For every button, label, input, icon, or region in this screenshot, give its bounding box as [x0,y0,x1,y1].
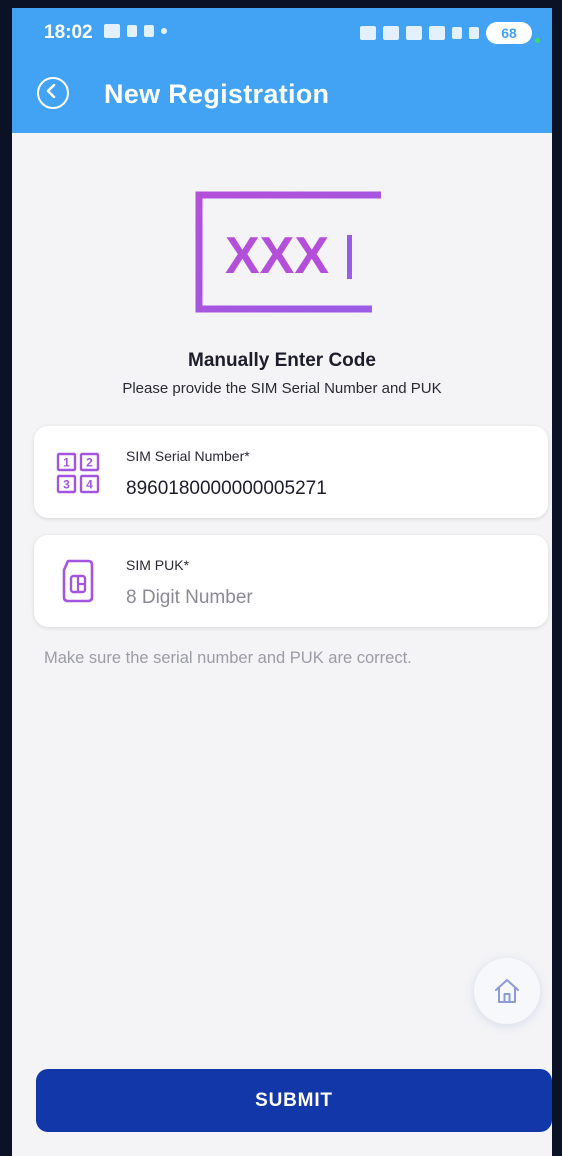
sim-serial-input[interactable]: 8960180000000005271 [126,478,327,500]
validation-hint: Make sure the serial number and PUK are … [44,649,412,667]
instagram-icon [144,25,154,37]
logo-text: XXX [225,227,329,285]
home-button[interactable] [474,958,540,1024]
more-notifications-dot-icon [161,28,167,34]
mute-icon [383,26,399,40]
brand-logo: XXX [195,191,381,313]
numbered-grid-icon: 1 2 3 4 [56,452,100,494]
app-screen: 18:02 68 New Registration XXX Manually E… [12,8,552,1156]
cast-icon [360,26,376,40]
svg-text:1: 1 [63,456,70,470]
wifi-icon [429,26,445,40]
section-subheading: Please provide the SIM Serial Number and… [122,380,442,397]
status-notification-icons [104,24,167,38]
svg-text:4: 4 [86,478,93,492]
svg-text:2: 2 [86,456,93,470]
home-icon [495,979,519,1003]
back-arrow-icon [46,84,56,98]
video-call-icon [104,24,120,38]
sim-card-icon [62,559,94,603]
signal-2-icon [469,27,479,39]
sim-serial-label: SIM Serial Number* [126,448,250,464]
sim-puk-input[interactable] [126,583,506,613]
charging-dot-icon [535,37,540,43]
sim-puk-card[interactable]: SIM PUK* [34,535,548,627]
battery-indicator: 68 [486,22,532,44]
sim-serial-card[interactable]: 1 2 3 4 SIM Serial Number* 8960180000000… [34,426,548,518]
network-speed-icon [127,25,137,37]
page-title: New Registration [104,79,330,109]
svg-text:3: 3 [63,478,70,492]
status-bar: 18:02 68 [12,8,552,58]
section-heading: Manually Enter Code [188,350,376,371]
status-system-icons: 68 [360,22,540,44]
status-time: 18:02 [44,22,93,43]
app-bar: 18:02 68 New Registration [12,8,552,133]
submit-button[interactable]: SUBMIT [36,1069,552,1132]
signal-icon [452,27,462,39]
sim-puk-label: SIM PUK* [126,557,190,573]
back-button[interactable] [37,77,69,109]
hotspot-icon [406,26,422,40]
